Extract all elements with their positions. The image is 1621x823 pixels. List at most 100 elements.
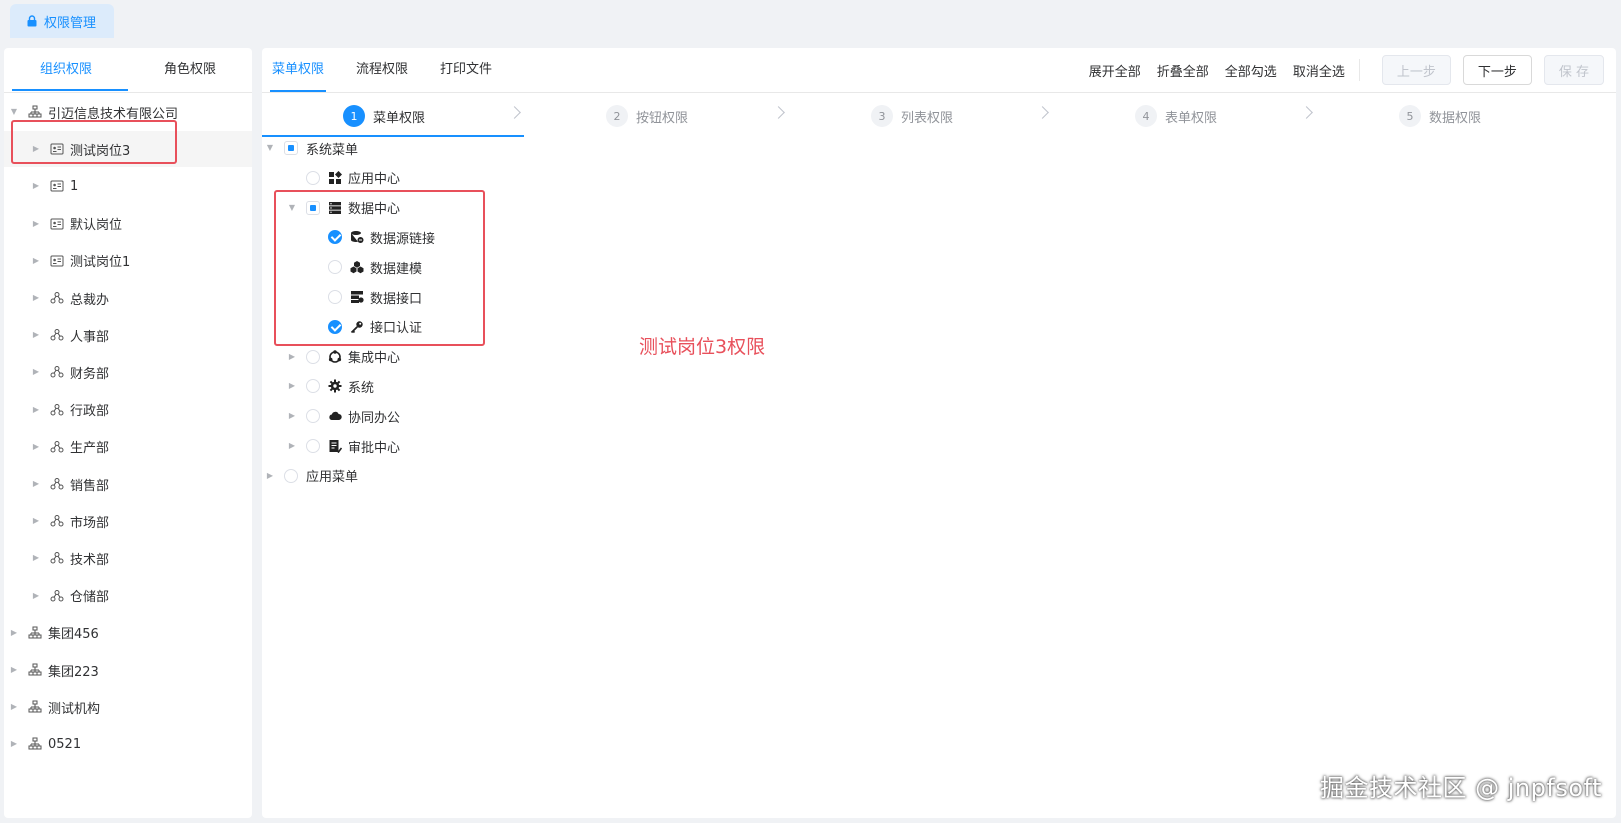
- org-tree-item[interactable]: ▶ 默认岗位: [4, 206, 252, 242]
- dept-icon: [50, 551, 64, 565]
- tab-print-file[interactable]: 打印文件: [430, 48, 502, 92]
- permission-checkbox[interactable]: [284, 468, 298, 483]
- caret-right-icon[interactable]: ▶: [32, 405, 40, 414]
- step-2[interactable]: 2 按钮权限: [606, 94, 688, 138]
- org-tree-item[interactable]: ▶ 1: [4, 168, 252, 204]
- org-tree-label: 人事部: [70, 329, 110, 345]
- permission-tree-item[interactable]: ▼ 系统菜单: [266, 134, 358, 162]
- caret-down-icon[interactable]: ▼: [266, 144, 274, 152]
- step-5[interactable]: 5 数据权限: [1399, 94, 1481, 138]
- collapse-all-link[interactable]: 折叠全部: [1157, 61, 1209, 80]
- caret-right-icon[interactable]: ▶: [32, 368, 40, 376]
- prev-step-button[interactable]: 上一步: [1381, 55, 1451, 85]
- caret-right-icon[interactable]: ▶: [32, 294, 40, 302]
- org-icon: [28, 737, 42, 751]
- permission-checkbox[interactable]: [306, 349, 320, 364]
- org-tree-item[interactable]: ▶ 0521: [4, 726, 252, 762]
- permission-tree-item[interactable]: ▶ 审批中心: [288, 432, 400, 460]
- caret-right-icon[interactable]: ▶: [10, 666, 18, 674]
- org-tree-item[interactable]: ▶ 财务部: [4, 354, 252, 390]
- integration-icon: [328, 349, 342, 364]
- org-tree-label: 0521: [48, 736, 82, 752]
- tab-permission-management[interactable]: 权限管理: [10, 4, 115, 38]
- cloud-icon: [328, 409, 342, 423]
- permission-checkbox[interactable]: [306, 409, 320, 424]
- org-tree-item[interactable]: ▶ 仓储部: [4, 578, 252, 614]
- permission-label: 审批中心: [348, 440, 401, 456]
- tab-menu-permission[interactable]: 菜单权限: [262, 48, 334, 92]
- caret-right-icon[interactable]: ▶: [10, 628, 18, 637]
- caret-right-icon[interactable]: ▶: [288, 442, 296, 450]
- step-1[interactable]: 1 菜单权限: [343, 94, 425, 138]
- org-icon: [28, 105, 42, 119]
- left-tabs: 组织权限 角色权限: [4, 48, 252, 93]
- permission-checkbox[interactable]: [306, 170, 320, 185]
- permission-tree-item[interactable]: 应用中心: [288, 164, 400, 192]
- org-tree-label: 集团456: [48, 627, 99, 643]
- caret-right-icon[interactable]: ▶: [10, 740, 18, 748]
- step-label: 数据权限: [1429, 110, 1482, 126]
- caret-right-icon[interactable]: ▶: [288, 352, 296, 361]
- permission-tree-item[interactable]: ▶ 协同办公: [288, 402, 400, 430]
- org-tree-item[interactable]: ▶ 市场部: [4, 503, 252, 539]
- org-tree-label: 技术部: [70, 552, 110, 568]
- org-tree-item[interactable]: ▶ 人事部: [4, 317, 252, 353]
- dept-icon: [50, 291, 64, 305]
- expand-all-link[interactable]: 展开全部: [1089, 61, 1141, 80]
- permission-checkbox[interactable]: [306, 379, 320, 394]
- caret-right-icon[interactable]: ▶: [32, 442, 40, 451]
- chevron-right-icon: [772, 106, 785, 119]
- step-3[interactable]: 3 列表权限: [871, 94, 953, 138]
- tab-flow-permission[interactable]: 流程权限: [346, 48, 418, 92]
- permission-tree-item[interactable]: ▶ 应用菜单: [266, 462, 358, 490]
- org-icon: [28, 663, 42, 677]
- divider: [1358, 59, 1360, 81]
- permission-checkbox[interactable]: [284, 141, 298, 155]
- org-tree-item[interactable]: ▶ 测试机构: [4, 689, 252, 725]
- step-number: 3: [871, 105, 893, 127]
- select-all-link[interactable]: 全部勾选: [1225, 61, 1277, 80]
- caret-right-icon[interactable]: ▶: [32, 591, 40, 600]
- caret-right-icon[interactable]: ▶: [32, 219, 40, 228]
- caret-right-icon[interactable]: ▶: [32, 331, 40, 339]
- dept-icon: [50, 328, 64, 342]
- caret-right-icon[interactable]: ▶: [288, 412, 296, 420]
- permission-tree-item[interactable]: ▶ 系统: [288, 372, 374, 400]
- step-4[interactable]: 4 表单权限: [1135, 94, 1217, 138]
- tab-role-permission[interactable]: 角色权限: [128, 48, 252, 92]
- deselect-all-link[interactable]: 取消全选: [1293, 61, 1345, 80]
- org-tree-item[interactable]: ▶ 生产部: [4, 429, 252, 465]
- caret-right-icon[interactable]: ▶: [32, 182, 40, 190]
- org-tree-label: 默认岗位: [70, 218, 123, 234]
- caret-right-icon[interactable]: [288, 174, 296, 182]
- caret-right-icon[interactable]: ▶: [10, 703, 18, 711]
- caret-right-icon[interactable]: ▶: [32, 554, 40, 562]
- org-tree-item[interactable]: ▶ 总裁办: [4, 280, 252, 316]
- org-tree-item[interactable]: ▶ 集团456: [4, 615, 252, 651]
- caret-right-icon[interactable]: ▶: [32, 256, 40, 265]
- dept-icon: [50, 365, 64, 379]
- next-step-button[interactable]: 下一步: [1462, 55, 1532, 85]
- caret-right-icon[interactable]: ▶: [266, 471, 274, 480]
- tab-org-permission[interactable]: 组织权限: [4, 48, 128, 92]
- caret-right-icon[interactable]: ▶: [288, 382, 296, 390]
- org-tree-item[interactable]: ▶ 技术部: [4, 540, 252, 576]
- caret-right-icon[interactable]: ▶: [32, 517, 40, 525]
- org-tree-item[interactable]: ▶ 测试岗位1: [4, 243, 252, 279]
- save-button[interactable]: 保 存: [1543, 55, 1604, 85]
- dept-icon: [50, 589, 64, 603]
- org-tree-item[interactable]: ▶ 销售部: [4, 466, 252, 502]
- org-tree-item[interactable]: ▶ 集团223: [4, 652, 252, 688]
- grid-icon: [328, 170, 343, 185]
- permission-tree-item[interactable]: ▶ 集成中心: [288, 343, 400, 371]
- active-tab-indicator: [12, 89, 128, 91]
- permission-checkbox[interactable]: [306, 439, 320, 453]
- caret-down-icon[interactable]: ▼: [10, 108, 18, 116]
- org-tree-label: 行政部: [70, 404, 110, 420]
- org-icon: [28, 626, 42, 640]
- caret-right-icon[interactable]: ▶: [32, 480, 40, 488]
- org-tree-item[interactable]: ▶ 行政部: [4, 392, 252, 428]
- steps-bar: 1 菜单权限 2 按钮权限 3 列表权限 4 表单权限 5 数据权限: [262, 94, 1616, 138]
- org-tree-label: 测试岗位1: [70, 255, 131, 271]
- step-number: 1: [343, 105, 365, 127]
